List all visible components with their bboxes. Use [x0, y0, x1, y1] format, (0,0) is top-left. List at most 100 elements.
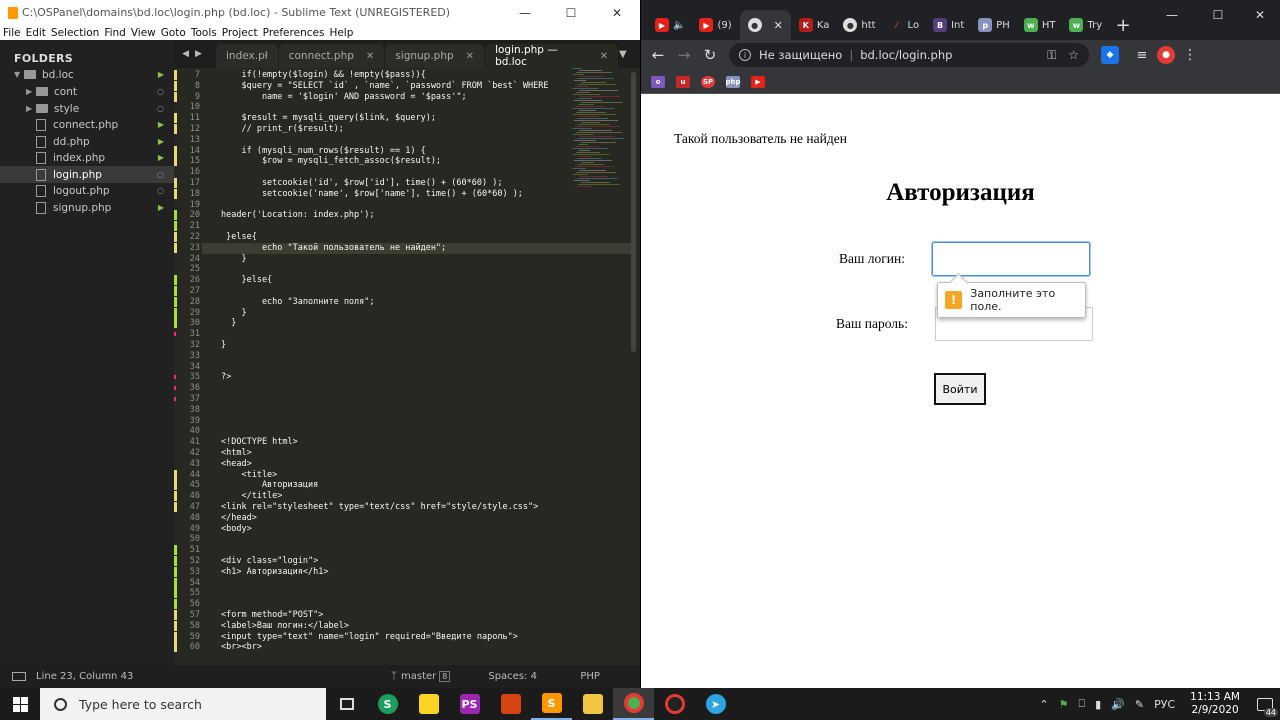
network-icon[interactable]: ⎕	[1079, 697, 1086, 711]
sidebar-item-connect[interactable]: connect.php ▶	[0, 116, 174, 133]
browser-tab[interactable]: p PH	[972, 10, 1016, 40]
sidebar-item-style[interactable]: ▶ style ○	[0, 100, 174, 117]
info-icon[interactable]: i	[739, 49, 751, 61]
sidebar-item-cont[interactable]: ▶ cont ○	[0, 83, 174, 100]
browser-tab[interactable]: w HT	[1018, 10, 1062, 40]
git-branch[interactable]: master	[401, 671, 436, 682]
taskbar-app-winrar[interactable]	[490, 688, 531, 720]
minimap-line	[581, 82, 606, 83]
menu-help[interactable]: Help	[329, 27, 353, 39]
tab-connect[interactable]: connect.php ✕	[278, 44, 385, 68]
w3-icon: w	[1023, 18, 1038, 32]
code-editor[interactable]: 7 8 9 10 11 12 13 14 15 16 17 18 19 20 21 22 23 24 25 26 27 2…	[174, 68, 640, 665]
vertical-scrollbar[interactable]	[631, 72, 636, 352]
clock[interactable]: 11:13 AM 2/9/2020	[1190, 691, 1240, 717]
taskbar-app-telegram[interactable]: ➤	[695, 688, 736, 720]
taskbar-app-sublime[interactable]: S	[531, 688, 572, 720]
sidebar-item-signup[interactable]: signup.php ▶	[0, 199, 174, 216]
indentation-setting[interactable]: Spaces: 4	[488, 671, 580, 682]
minimize-button[interactable]: —	[1149, 4, 1195, 26]
menu-find[interactable]: Find	[104, 27, 126, 39]
star-icon[interactable]: ☆	[1068, 48, 1079, 63]
browser-tab[interactable]: w Try	[1063, 10, 1108, 40]
tab-index[interactable]: index.pł	[216, 44, 278, 68]
submit-button[interactable]: Войти	[934, 373, 986, 405]
key-icon[interactable]: ⚿	[1047, 48, 1056, 63]
back-button[interactable]: ←	[645, 42, 671, 68]
taskbar-app-phpstorm[interactable]: PS	[449, 688, 490, 720]
maximize-button[interactable]: ☐	[1195, 4, 1241, 26]
tab-login[interactable]: login.php — bd.loc ✕	[485, 44, 618, 68]
sidebar-item-login[interactable]: login.php ○	[0, 166, 174, 183]
profile-extension-icon[interactable]: ●	[1157, 46, 1175, 64]
syntax-setting[interactable]: PHP	[580, 671, 600, 682]
menu-tools[interactable]: Tools	[191, 27, 217, 39]
browser-tab[interactable]: ▶ (9)	[693, 10, 737, 40]
taskbar-app-music[interactable]	[654, 688, 695, 720]
line-number: 16	[189, 167, 200, 178]
php-bookmark-icon[interactable]: php	[726, 75, 741, 88]
url-text[interactable]: bd.loc/login.php	[860, 48, 952, 62]
address-bar[interactable]: i Не защищено | bd.loc/login.php ⚿ ☆	[729, 43, 1089, 67]
menu-selection[interactable]: Selection	[51, 27, 99, 39]
notification-center-button[interactable]: 44	[1250, 688, 1280, 720]
volume-icon[interactable]: 🔊	[1111, 698, 1125, 711]
menu-file[interactable]: File	[3, 27, 21, 39]
close-icon[interactable]: ✕	[774, 19, 783, 32]
taskbar-app-explorer[interactable]	[572, 688, 613, 720]
menu-project[interactable]: Project	[222, 27, 258, 39]
taskbar-app-sticky[interactable]	[408, 688, 449, 720]
browser-tab[interactable]: B Int	[927, 10, 970, 40]
close-button[interactable]: ✕	[594, 0, 640, 25]
code-line: if (mysqli_num_rows($result) == 1) {	[221, 145, 426, 156]
sidebar-item-index[interactable]: index.php ▶	[0, 149, 174, 166]
battery-icon[interactable]: ▮	[1095, 698, 1101, 711]
maximize-button[interactable]: ☐	[548, 0, 594, 25]
minimize-button[interactable]: —	[502, 0, 548, 25]
close-icon[interactable]: ✕	[366, 51, 374, 62]
browser-tab[interactable]: K Ka	[793, 10, 836, 40]
sidebar-item-root[interactable]: ▼ bd.loc ▶	[0, 66, 174, 83]
playlist-icon[interactable]: ≡	[1133, 46, 1151, 64]
sidebar-item-label: cont	[54, 85, 77, 98]
youtube-bookmark-icon[interactable]: ▶	[751, 75, 765, 88]
menu-view[interactable]: View	[131, 27, 156, 39]
task-view-button[interactable]	[326, 688, 367, 720]
start-button[interactable]	[0, 688, 40, 720]
bookmark-icon[interactable]: u	[676, 75, 690, 88]
bookmark-icon[interactable]: SP	[701, 75, 715, 88]
browser-tab[interactable]: ● htt	[837, 10, 881, 40]
chevron-up-icon[interactable]: ⌃	[1039, 698, 1048, 711]
shield-extension-icon[interactable]: ◆	[1101, 46, 1119, 64]
flag-icon[interactable]: ⚑	[1059, 698, 1069, 711]
taskbar-search[interactable]: Type here to search	[40, 688, 326, 720]
taskbar-app-chrome[interactable]	[613, 688, 654, 720]
menu-preferences[interactable]: Preferences	[263, 27, 325, 39]
new-tab-button[interactable]: +	[1110, 10, 1136, 40]
menu-edit[interactable]: Edit	[26, 27, 46, 39]
reload-button[interactable]: ↻	[697, 42, 723, 68]
close-icon[interactable]: ✕	[466, 51, 474, 62]
line-number: 18	[189, 188, 200, 199]
input-language[interactable]: РУС	[1154, 698, 1175, 711]
menu-kebab-icon[interactable]: ⋮	[1181, 46, 1199, 64]
pen-icon[interactable]: ✎	[1135, 698, 1144, 711]
browser-tab[interactable]: ▶ 🔈	[649, 10, 691, 40]
taskbar-app-s[interactable]: S	[367, 688, 408, 720]
close-button[interactable]: ✕	[1237, 4, 1280, 26]
tab-nav-arrows-icon[interactable]: ◀▶	[174, 40, 216, 68]
login-input[interactable]	[931, 241, 1091, 277]
browser-tab[interactable]: ⁄ Lo	[884, 10, 926, 40]
bookmark-icon[interactable]: o	[651, 75, 665, 88]
close-icon[interactable]: ✕	[600, 51, 608, 62]
sidebar-item-dd[interactable]: dd.php ▶	[0, 133, 174, 150]
browser-tab-active[interactable]: ● ✕	[739, 10, 791, 40]
tab-signup[interactable]: signup.php ✕	[385, 44, 485, 68]
sidebar-item-logout[interactable]: logout.php ○	[0, 182, 174, 199]
minimap[interactable]	[572, 68, 630, 198]
security-status[interactable]: Не защищено	[759, 48, 842, 62]
tab-dropdown-icon[interactable]: ▼	[619, 40, 640, 68]
forward-button[interactable]: →	[671, 42, 697, 68]
monitor-icon[interactable]	[12, 672, 26, 681]
menu-goto[interactable]: Goto	[161, 27, 186, 39]
